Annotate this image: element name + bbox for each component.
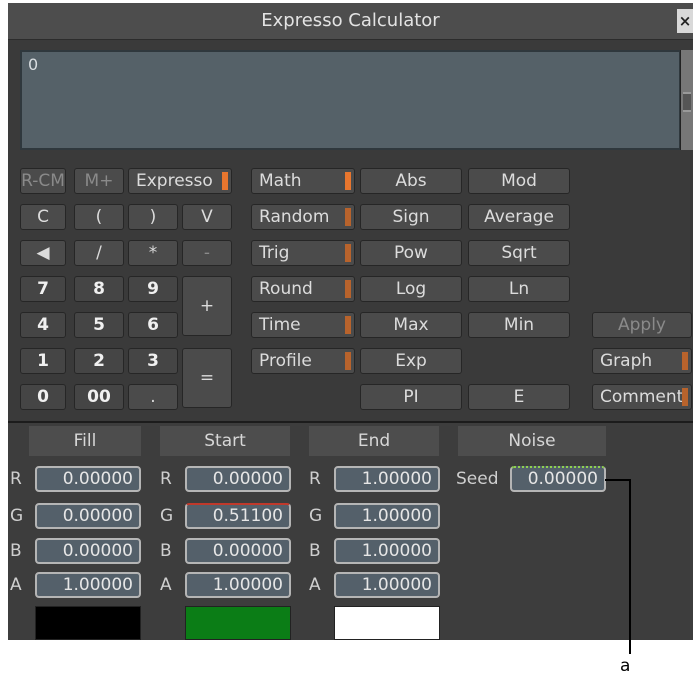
start-r-field[interactable]: 0.00000 xyxy=(185,466,291,492)
abs-button[interactable]: Abs xyxy=(360,168,462,194)
double-zero-button[interactable]: 00 xyxy=(74,384,124,410)
start-a-label: A xyxy=(160,575,172,595)
digit-9-button[interactable]: 9 xyxy=(128,276,178,302)
callout-line-vertical xyxy=(629,479,631,654)
start-r-label: R xyxy=(160,469,172,489)
window-title: Expresso Calculator xyxy=(261,10,440,31)
end-a-field[interactable]: 1.00000 xyxy=(334,572,440,598)
scrollbar-grip-icon[interactable] xyxy=(683,92,691,112)
digit-1-button[interactable]: 1 xyxy=(20,348,66,374)
multiply-button[interactable]: * xyxy=(128,240,178,266)
fill-g-field[interactable]: 0.00000 xyxy=(35,503,141,529)
display-value: 0 xyxy=(28,55,39,74)
end-r-label: R xyxy=(309,469,321,489)
sign-button[interactable]: Sign xyxy=(360,204,462,230)
fill-g-label: G xyxy=(10,506,24,526)
start-b-label: B xyxy=(160,541,172,561)
title-bar: Expresso Calculator × xyxy=(8,3,693,39)
fill-a-label: A xyxy=(10,575,22,595)
log-button[interactable]: Log xyxy=(360,276,462,302)
start-g-field[interactable]: 0.51100 xyxy=(185,503,291,529)
sqrt-button[interactable]: Sqrt xyxy=(468,240,570,266)
digit-3-button[interactable]: 3 xyxy=(128,348,178,374)
e-button[interactable]: E xyxy=(468,384,570,410)
end-g-field[interactable]: 1.00000 xyxy=(334,503,440,529)
expresso-calculator-window: Expresso Calculator × 0 R-CM M+ Expresso… xyxy=(8,3,693,640)
min-button[interactable]: Min xyxy=(468,312,570,338)
digit-5-button[interactable]: 5 xyxy=(74,312,124,338)
fill-a-field[interactable]: 1.00000 xyxy=(35,572,141,598)
open-paren-button[interactable]: ( xyxy=(74,204,124,230)
profile-mode-button[interactable]: Profile xyxy=(251,348,355,374)
close-icon[interactable]: × xyxy=(677,9,693,33)
backspace-arrow-icon: ◀ xyxy=(36,243,50,263)
time-mode-button[interactable]: Time xyxy=(251,312,355,338)
noise-header: Noise xyxy=(458,426,606,456)
mplus-button[interactable]: M+ xyxy=(74,168,124,194)
display-scrollbar[interactable] xyxy=(680,50,693,150)
decimal-point-button[interactable]: . xyxy=(128,384,178,410)
digit-2-button[interactable]: 2 xyxy=(74,348,124,374)
seed-field[interactable]: 0.00000 xyxy=(510,466,606,492)
fill-r-field[interactable]: 0.00000 xyxy=(35,466,141,492)
v-button[interactable]: V xyxy=(182,204,232,230)
expresso-mode-button[interactable]: Expresso xyxy=(128,168,232,194)
pow-button[interactable]: Pow xyxy=(360,240,462,266)
fill-color-swatch[interactable] xyxy=(35,606,141,640)
digit-6-button[interactable]: 6 xyxy=(128,312,178,338)
close-paren-button[interactable]: ) xyxy=(128,204,178,230)
mod-button[interactable]: Mod xyxy=(468,168,570,194)
graph-button[interactable]: Graph xyxy=(592,348,692,374)
pi-button[interactable]: PI xyxy=(360,384,462,410)
callout-label: a xyxy=(620,656,631,676)
start-color-swatch[interactable] xyxy=(185,606,291,640)
digit-0-button[interactable]: 0 xyxy=(20,384,66,410)
start-a-field[interactable]: 1.00000 xyxy=(185,572,291,598)
start-header: Start xyxy=(160,426,290,456)
plus-button[interactable]: + xyxy=(182,276,232,336)
average-button[interactable]: Average xyxy=(468,204,570,230)
apply-button[interactable]: Apply xyxy=(592,312,692,338)
trig-mode-button[interactable]: Trig xyxy=(251,240,355,266)
clear-button[interactable]: C xyxy=(20,204,66,230)
digit-4-button[interactable]: 4 xyxy=(20,312,66,338)
seed-label: Seed xyxy=(456,469,499,489)
expression-display[interactable]: 0 xyxy=(20,50,681,150)
fill-b-field[interactable]: 0.00000 xyxy=(35,538,141,564)
fill-r-label: R xyxy=(10,469,22,489)
math-mode-button[interactable]: Math xyxy=(251,168,355,194)
comment-button[interactable]: Comment xyxy=(592,384,692,410)
start-b-field[interactable]: 0.00000 xyxy=(185,538,291,564)
fill-header: Fill xyxy=(29,426,141,456)
calculator-panel: 0 R-CM M+ Expresso C ( ) V ◀ / * - 7 8 9… xyxy=(8,39,693,423)
end-b-label: B xyxy=(309,541,321,561)
max-button[interactable]: Max xyxy=(360,312,462,338)
divide-button[interactable]: / xyxy=(74,240,124,266)
random-mode-button[interactable]: Random xyxy=(251,204,355,230)
end-color-swatch[interactable] xyxy=(334,606,440,640)
end-g-label: G xyxy=(309,506,323,526)
end-a-label: A xyxy=(309,575,321,595)
backspace-button[interactable]: ◀ xyxy=(20,240,66,266)
digit-7-button[interactable]: 7 xyxy=(20,276,66,302)
fill-b-label: B xyxy=(10,541,22,561)
digit-8-button[interactable]: 8 xyxy=(74,276,124,302)
start-g-label: G xyxy=(160,506,174,526)
end-r-field[interactable]: 1.00000 xyxy=(334,466,440,492)
ln-button[interactable]: Ln xyxy=(468,276,570,302)
minus-button[interactable]: - xyxy=(182,240,232,266)
callout-line-horizontal xyxy=(605,479,630,481)
end-b-field[interactable]: 1.00000 xyxy=(334,538,440,564)
equals-button[interactable]: = xyxy=(182,348,232,408)
rcm-button[interactable]: R-CM xyxy=(20,168,66,194)
exp-button[interactable]: Exp xyxy=(360,348,462,374)
round-mode-button[interactable]: Round xyxy=(251,276,355,302)
end-header: End xyxy=(309,426,439,456)
